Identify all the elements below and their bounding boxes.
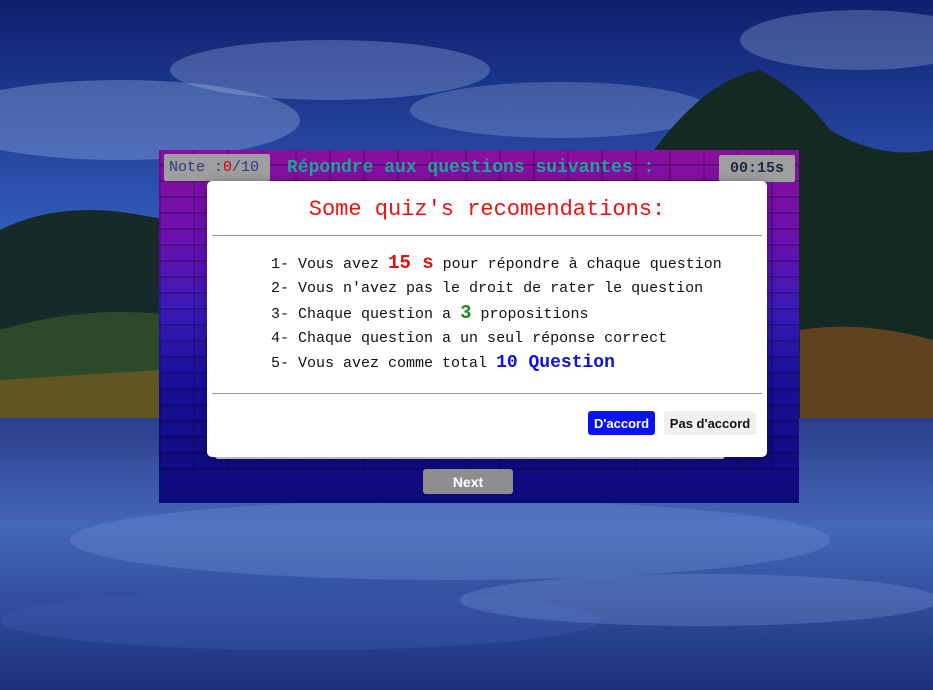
rule-number: 1- xyxy=(271,256,290,273)
rule-item: 1- Vous avez 15 s pour répondre à chaque… xyxy=(271,251,722,276)
rule-number: 3- xyxy=(271,306,290,323)
decline-button[interactable]: Pas d'accord xyxy=(664,411,756,435)
score-value: 0 xyxy=(223,159,233,176)
modal-title: Some quiz's recomendations: xyxy=(308,197,666,222)
score-label: Note : xyxy=(169,159,224,176)
rule-highlight: 15 s xyxy=(388,252,434,274)
rule-highlight: 3 xyxy=(460,302,472,324)
rule-text: Vous n'avez pas le droit de rater le que… xyxy=(298,280,704,297)
rule-number: 4- xyxy=(271,330,290,347)
quiz-title: Répondre aux questions suivantes : xyxy=(287,158,655,178)
rule-number: 5- xyxy=(271,355,290,372)
accept-button[interactable]: D'accord xyxy=(588,411,655,435)
rule-text-end: pour répondre à chaque question xyxy=(433,256,722,273)
rule-text-end: propositions xyxy=(471,306,589,323)
rule-text: Chaque question a un seul réponse correc… xyxy=(298,330,668,347)
score-box: Note :0/10 xyxy=(164,154,270,181)
recommendations-modal: Some quiz's recomendations: 1- Vous avez… xyxy=(207,181,767,457)
score-total: /10 xyxy=(232,159,260,176)
divider-bottom xyxy=(212,393,762,394)
rule-text: Vous avez comme total xyxy=(298,355,497,372)
timer: 00:15s xyxy=(719,155,795,182)
divider-top xyxy=(212,235,762,236)
rule-highlight: 10 Question xyxy=(496,353,615,373)
rule-item: 2- Vous n'avez pas le droit de rater le … xyxy=(271,276,722,301)
rule-number: 2- xyxy=(271,280,290,297)
next-button[interactable]: Next xyxy=(423,469,513,494)
rule-text: Vous avez xyxy=(298,256,389,273)
rule-item: 3- Chaque question a 3 propositions xyxy=(271,301,722,326)
rule-text: Chaque question a xyxy=(298,306,461,323)
rules-list: 1- Vous avez 15 s pour répondre à chaque… xyxy=(271,251,722,376)
rule-item: 5- Vous avez comme total 10 Question xyxy=(271,351,722,376)
rule-item: 4- Chaque question a un seul réponse cor… xyxy=(271,326,722,351)
